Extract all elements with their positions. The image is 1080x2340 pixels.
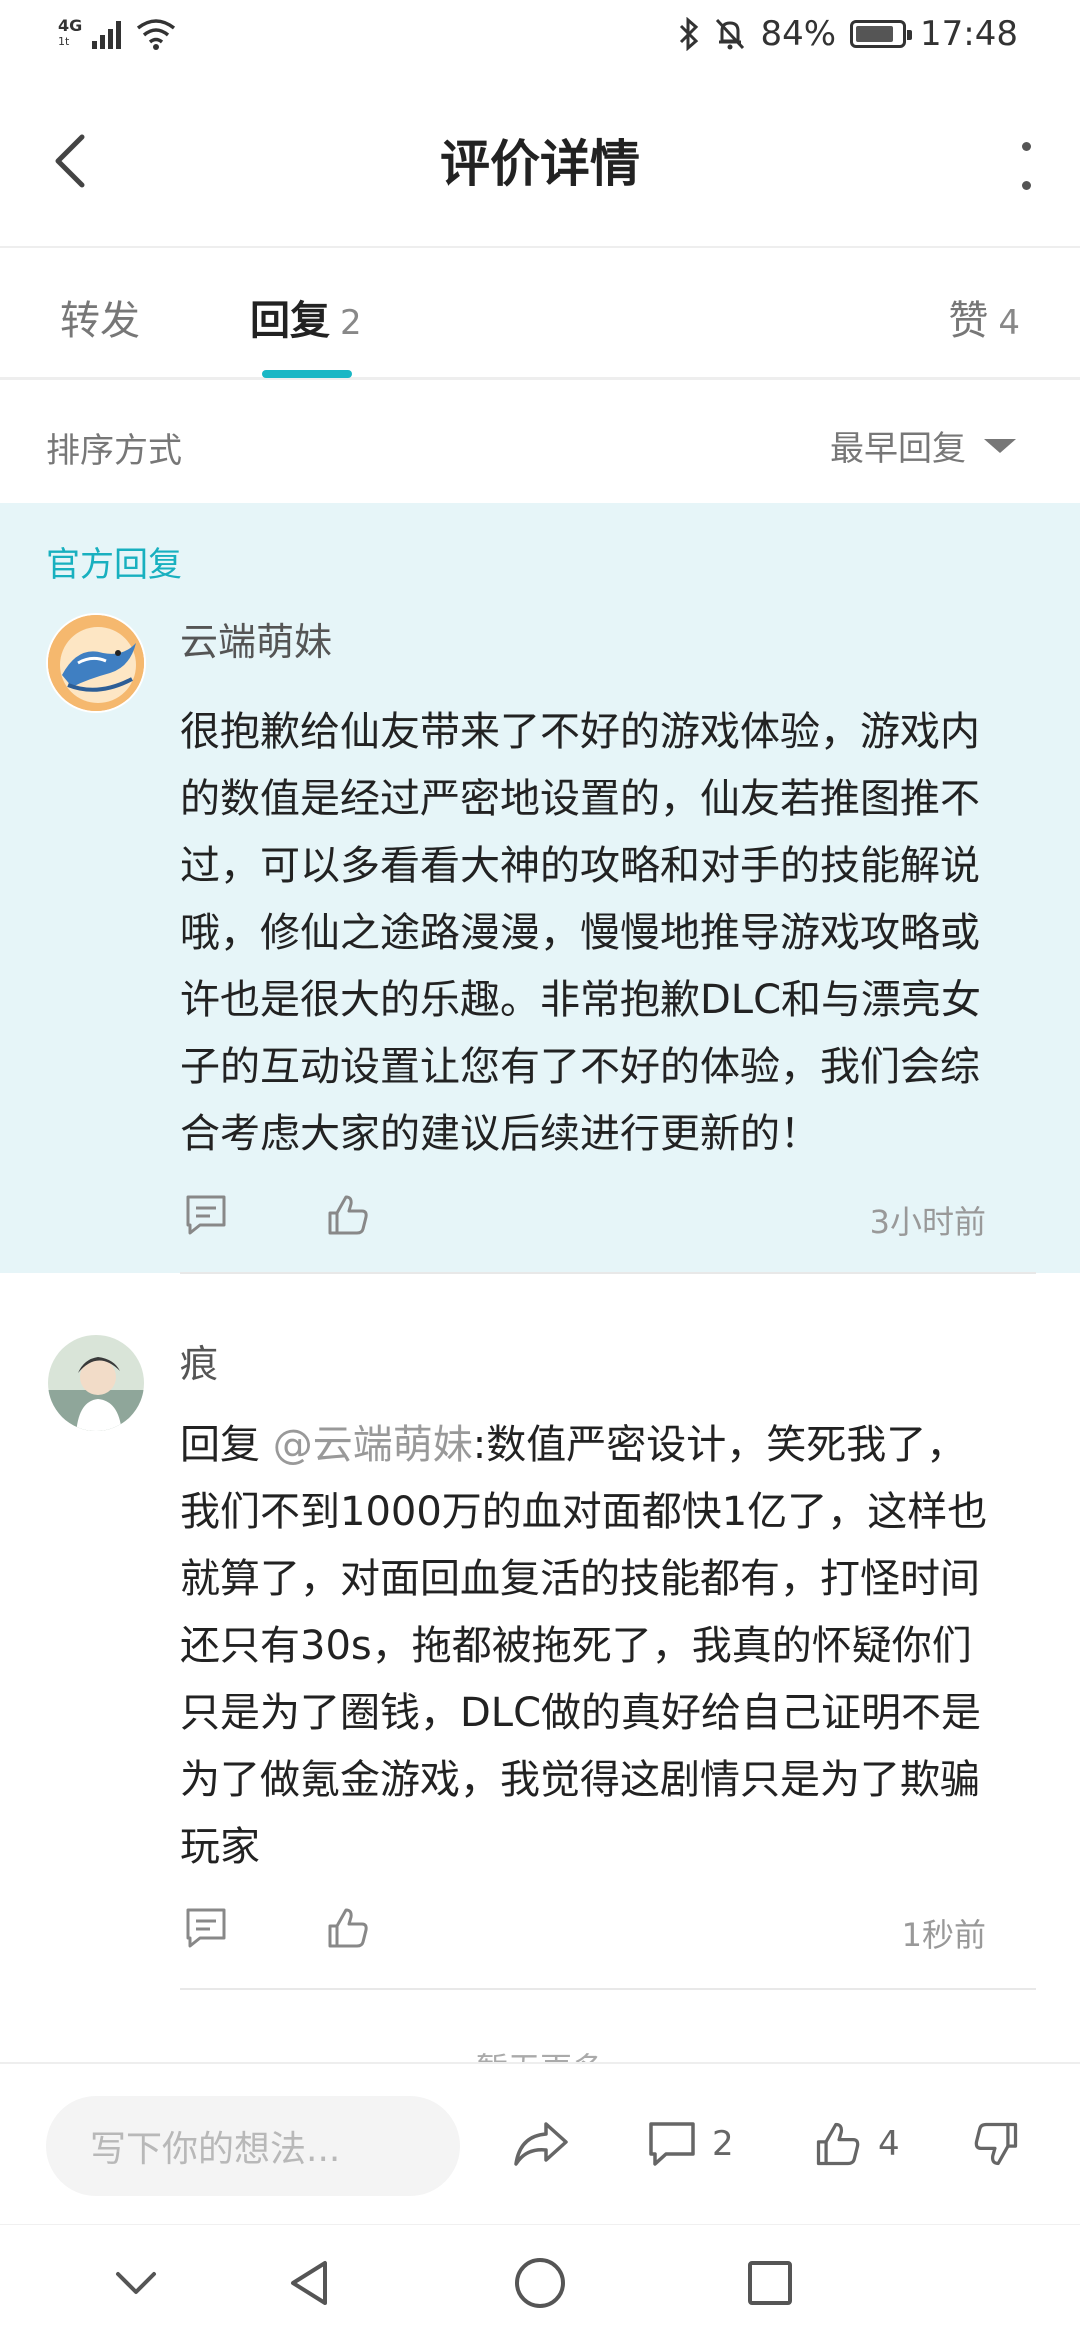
comment-count-button[interactable]: 2	[646, 2118, 734, 2170]
status-bar: 4G 1t 84% 17:48	[0, 0, 1080, 80]
comment-line: 为了做氪金游戏，我觉得这剧情只是为了欺骗	[180, 1757, 980, 1803]
reply-prefix: 回复	[180, 1422, 273, 1468]
official-reply-label: 官方回复	[46, 545, 182, 585]
app-header: 评价详情	[0, 80, 1080, 248]
nav-back-button[interactable]	[280, 2253, 340, 2313]
like-button[interactable]	[324, 1191, 372, 1239]
tab-like[interactable]: 赞4	[948, 288, 1020, 346]
thumbs-up-icon	[816, 2122, 860, 2166]
like-count: 4	[878, 2124, 900, 2164]
nav-collapse-button[interactable]	[106, 2253, 166, 2313]
comment-line: 我们不到1000万的血对面都快1亿了，这样也	[180, 1489, 988, 1535]
comment-input[interactable]: 写下你的想法...	[46, 2096, 460, 2196]
caret-down-icon	[984, 438, 1016, 453]
comment-body: 回复 @云端萌妹:数值严密设计，笑死我了， 我们不到1000万的血对面都快1亿了…	[180, 1412, 1020, 1881]
no-more-text: 暂无更多	[0, 2038, 1080, 2062]
avatar-image	[48, 615, 144, 711]
avatar-image	[48, 1335, 144, 1431]
more-dot-icon	[1021, 142, 1031, 151]
bottom-action-bar: 写下你的想法... 2 4	[0, 2062, 1080, 2224]
comment-icon	[186, 1908, 226, 1948]
comment-username[interactable]: 云端萌妹	[180, 611, 332, 666]
avatar[interactable]	[46, 1333, 146, 1433]
tab-like-label: 赞	[948, 298, 989, 344]
no-more-label: 暂无更多	[476, 2050, 604, 2062]
circle-home-icon	[515, 2258, 565, 2308]
sort-dropdown[interactable]: 最早回复	[830, 421, 1016, 470]
network-type: 4G	[58, 16, 83, 35]
comment-count: 2	[712, 2124, 734, 2164]
comment-line: 合考虑大家的建议后续进行更新的！	[180, 1111, 820, 1157]
comment-line: 只是为了圈钱，DLC做的真好给自己证明不是	[180, 1690, 982, 1736]
sort-bar: 排序方式 最早回复	[0, 383, 1080, 503]
status-left: 4G 1t	[58, 18, 176, 50]
tab-reply-label: 回复	[250, 298, 330, 344]
mention-link[interactable]: @云端萌妹	[273, 1422, 473, 1468]
triangle-back-icon	[291, 2261, 327, 2305]
sort-selected: 最早回复	[830, 429, 966, 469]
like-count-button[interactable]: 4	[812, 2118, 900, 2170]
comment-body: 很抱歉给仙友带来了不好的游戏体验，游戏内 的数值是经过严密地设置的，仙友若推图推…	[180, 699, 1020, 1168]
like-button[interactable]	[324, 1904, 372, 1952]
comment-time: 1秒前	[901, 1916, 986, 1954]
reply-button[interactable]	[182, 1904, 230, 1952]
tab-bar: 转发 回复 2 赞4	[0, 248, 1080, 380]
reply-button[interactable]	[182, 1191, 230, 1239]
comment-line-rest: :数值严密设计，笑死我了，	[472, 1422, 967, 1468]
tab-forward[interactable]: 转发	[60, 288, 140, 346]
tab-reply[interactable]: 回复 2	[250, 288, 362, 346]
comment-line: 还只有30s，拖都被拖死了，我真的怀疑你们	[180, 1623, 972, 1669]
official-reply-section: 官方回复 云端萌妹 很抱歉给仙友带来了不好的游戏体验，游戏内 的数值是经过严密地…	[0, 503, 1080, 1273]
more-options-button[interactable]	[1006, 136, 1046, 196]
nav-home-button[interactable]	[510, 2253, 570, 2313]
comment-icon	[186, 1195, 226, 1235]
avatar[interactable]	[46, 613, 146, 713]
tab-reply-count: 2	[340, 303, 362, 343]
battery-icon	[850, 20, 913, 48]
comment-line: 许也是很大的乐趣。非常抱歉DLC和与漂亮女	[180, 977, 982, 1023]
status-right: 84% 17:48	[678, 14, 1018, 54]
comment-line: 很抱歉给仙友带来了不好的游戏体验，游戏内	[180, 709, 980, 755]
battery-level	[856, 26, 893, 42]
active-tab-indicator	[262, 370, 352, 378]
comment-line: 玩家	[180, 1824, 260, 1870]
tab-forward-label: 转发	[60, 298, 140, 344]
comment-icon	[649, 2122, 695, 2166]
thumbs-down-icon	[974, 2122, 1018, 2166]
mute-bell-icon	[716, 18, 745, 50]
chevron-down-icon	[116, 2272, 156, 2294]
comment-line: 回复 @云端萌妹:数值严密设计，笑死我了，	[180, 1412, 1020, 1479]
thumbs-up-icon	[328, 1908, 368, 1948]
share-button[interactable]	[512, 2118, 570, 2170]
comment-line: 过，可以多看看大神的攻略和对手的技能解说	[180, 843, 980, 889]
sort-label: 排序方式	[46, 431, 182, 471]
dislike-button[interactable]	[970, 2118, 1022, 2170]
comment-time: 3小时前	[869, 1203, 986, 1241]
comment-input-placeholder: 写下你的想法...	[90, 2129, 341, 2170]
nav-recents-button[interactable]	[740, 2253, 800, 2313]
more-dot-icon	[1021, 181, 1031, 190]
wifi-icon	[137, 19, 176, 50]
signal-icon	[92, 21, 122, 49]
bluetooth-icon	[680, 17, 699, 51]
tab-like-count: 4	[998, 303, 1020, 343]
network-sub: 1t	[58, 35, 70, 48]
comment-line: 的数值是经过严密地设置的，仙友若推图推不	[180, 776, 980, 822]
square-recents-icon	[748, 2261, 792, 2305]
comment-line: 子的互动设置让您有了不好的体验，我们会综	[180, 1044, 980, 1090]
system-nav-bar	[0, 2224, 1080, 2340]
battery-percent: 84%	[760, 14, 837, 54]
comment-line: 哦，修仙之途路漫漫，慢慢地推导游戏攻略或	[180, 910, 980, 956]
thumbs-up-icon	[328, 1195, 368, 1235]
divider	[180, 1988, 1036, 1990]
comment-username[interactable]: 痕	[180, 1333, 218, 1388]
share-icon	[514, 2122, 568, 2166]
divider	[180, 1272, 1036, 1274]
comment-line: 就算了，对面回血复活的技能都有，打怪时间	[180, 1556, 980, 1602]
page-title: 评价详情	[440, 135, 640, 193]
clock: 17:48	[920, 14, 1018, 54]
